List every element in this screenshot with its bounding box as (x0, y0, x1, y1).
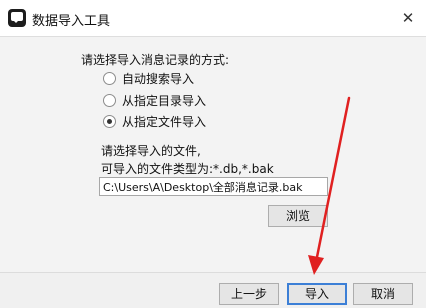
radio-circle-icon[interactable] (103, 93, 116, 107)
radio-circle-checked-icon[interactable] (103, 114, 116, 128)
content-panel (0, 36, 426, 272)
chat-bubble-icon (8, 9, 26, 27)
file-path-input[interactable] (99, 177, 328, 196)
radio-auto-search[interactable]: 自动搜索导入 (103, 69, 194, 87)
cancel-button[interactable]: 取消 (353, 283, 413, 305)
radio-label: 从指定目录导入 (122, 93, 207, 108)
radio-label: 从指定文件导入 (122, 114, 207, 129)
radio-from-directory[interactable]: 从指定目录导入 (103, 91, 206, 109)
close-button[interactable]: ✕ (396, 6, 420, 30)
radio-circle-icon[interactable] (103, 71, 116, 85)
file-types-hint: 可导入的文件类型为:*.db,*.bak (101, 162, 274, 176)
import-button[interactable]: 导入 (287, 283, 347, 305)
import-method-label: 请选择导入消息记录的方式: (81, 53, 230, 67)
title-bar: 数据导入工具 ✕ (0, 0, 426, 36)
browse-button[interactable]: 浏览 (268, 205, 328, 227)
previous-step-button[interactable]: 上一步 (219, 283, 279, 305)
window-title: 数据导入工具 (32, 14, 111, 29)
radio-from-file[interactable]: 从指定文件导入 (103, 112, 206, 130)
file-select-label: 请选择导入的文件, (101, 144, 201, 158)
radio-label: 自动搜索导入 (122, 71, 195, 86)
